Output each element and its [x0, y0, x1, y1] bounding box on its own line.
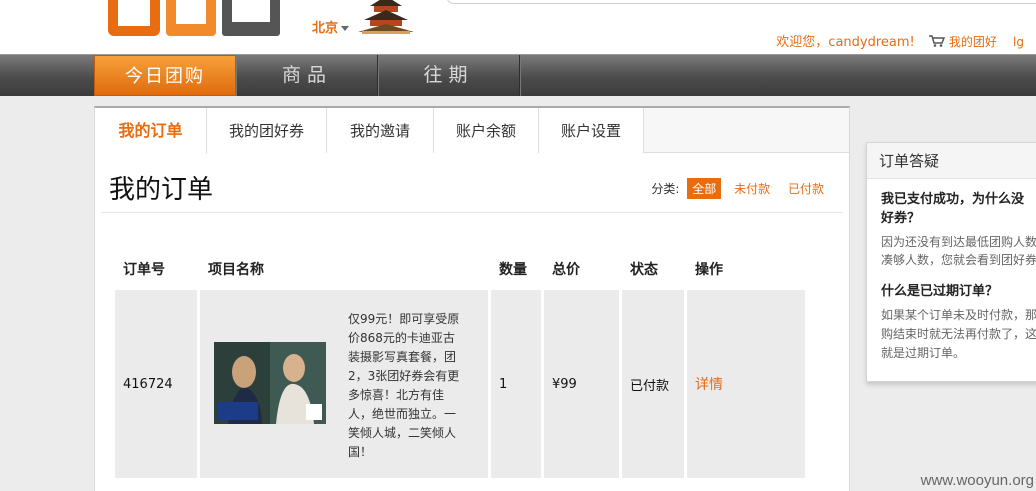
table-header-row: 订单号 项目名称 数量 总价 状态 操作 — [115, 251, 805, 287]
action-cell: 详情 — [687, 290, 805, 478]
detail-link[interactable]: 详情 — [695, 377, 723, 393]
deal-thumbnail[interactable] — [214, 342, 326, 424]
chevron-down-icon — [341, 26, 350, 31]
faq-answer-2-cont: 购结束时就无法再付款了，这 — [881, 327, 1036, 341]
tab-account-settings[interactable]: 账户设置 — [539, 108, 644, 153]
cart-icon — [928, 35, 945, 47]
deal-description[interactable]: 仅99元！即可享受原价868元的卡迪亚古装摄影写真套餐，团2，3张团好券会有更多… — [348, 310, 466, 462]
order-total: ¥99 — [544, 290, 619, 478]
order-number: 416724 — [115, 290, 197, 478]
order-status: 已付款 — [622, 290, 684, 478]
tab-my-orders[interactable]: 我的订单 — [95, 108, 207, 154]
table-row: 416724 仅99元！即可享受原价868元的卡迪亚古装摄影写真套餐，团2，3张… — [115, 290, 805, 478]
my-tuanhao-link[interactable]: 我的团好 — [949, 35, 997, 49]
faq-answer-2: 如果某个订单未及时付款，那 — [881, 308, 1036, 322]
order-filter: 分类: 全部 未付款 已付款 — [651, 178, 829, 199]
filter-all[interactable]: 全部 — [687, 178, 722, 199]
temple-icon — [358, 0, 414, 34]
user-welcome: 欢迎您，candydream! 我的团好 lg — [776, 31, 1024, 50]
extra-link[interactable]: lg — [1013, 35, 1024, 49]
account-tabs: 我的订单 我的团好券 我的邀请 账户余额 账户设置 — [95, 108, 849, 154]
faq-title: 订单答疑 — [867, 143, 1036, 179]
deal-info: 仅99元！即可享受原价868元的卡迪亚古装摄影写真套餐，团2，3张团好券会有更多… — [200, 290, 480, 478]
tab-account-balance[interactable]: 账户余额 — [434, 108, 539, 153]
nav-today-deals[interactable]: 今日团购 — [94, 55, 236, 96]
faq-question-1-cont: 好券？ — [881, 211, 921, 226]
faq-answer-2-end: 就是过期订单。 — [881, 346, 966, 360]
order-qty: 1 — [491, 290, 541, 478]
project-cell: 仅99元！即可享受原价868元的卡迪亚古装摄影写真套餐，团2，3张团好券会有更多… — [200, 290, 488, 478]
divider — [101, 212, 843, 213]
filter-label: 分类: — [651, 182, 680, 196]
site-logo[interactable] — [106, 0, 292, 38]
search-box-edge[interactable] — [446, 0, 1036, 4]
tab-my-coupons[interactable]: 我的团好券 — [207, 108, 327, 153]
page-title: 我的订单 — [109, 175, 214, 205]
col-qty: 数量 — [499, 262, 527, 278]
tab-my-invitations[interactable]: 我的邀请 — [327, 108, 434, 153]
col-action: 操作 — [695, 262, 723, 278]
col-total: 总价 — [552, 262, 580, 278]
col-order-no: 订单号 — [123, 262, 165, 278]
city-selector[interactable]: 北京 — [312, 17, 350, 36]
watermark: www.wooyun.org — [920, 472, 1034, 489]
faq-question-1: 我已支付成功，为什么没 — [881, 192, 1025, 207]
faq-answer-1: 因为还没有到达最低团购人数 — [881, 235, 1036, 249]
order-faq-panel: 订单答疑 我已支付成功，为什么没 好券？ 因为还没有到达最低团购人数 凑够人数，… — [866, 142, 1036, 382]
nav-past-deals[interactable]: 往期 — [378, 55, 520, 96]
col-status: 状态 — [630, 262, 658, 278]
faq-question-2: 什么是已过期订单？ — [881, 284, 999, 299]
top-bar: 北京 欢迎您，candydream! 我的团好 lg — [0, 0, 1036, 54]
orders-panel: 我的订单 我的团好券 我的邀请 账户余额 账户设置 我的订单 分类: 全部 未付… — [94, 106, 850, 491]
filter-paid[interactable]: 已付款 — [783, 178, 829, 199]
filter-unpaid[interactable]: 未付款 — [729, 178, 775, 199]
faq-answer-1-cont: 凑够人数，您就会看到团好券 — [881, 253, 1036, 267]
city-label: 北京 — [312, 21, 339, 36]
nav-products[interactable]: 商品 — [237, 55, 378, 96]
welcome-text: 欢迎您，candydream! — [776, 35, 915, 50]
orders-table: 订单号 项目名称 数量 总价 状态 操作 416724 仅99元！即可享受原价8… — [112, 248, 808, 481]
col-project: 项目名称 — [208, 262, 264, 278]
main-nav: 今日团购 商品 往期 — [0, 54, 1036, 96]
